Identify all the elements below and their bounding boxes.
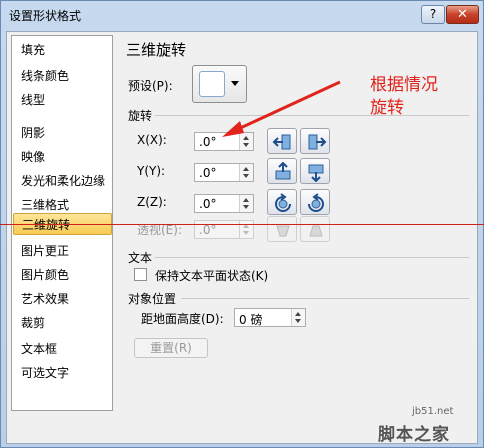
annotation-line-2: 旋转 bbox=[370, 98, 404, 118]
watermark-name: 脚本之家 bbox=[378, 425, 450, 445]
annotation-text: 根据情况 旋转 bbox=[370, 74, 438, 120]
watermark-url: jb51.net bbox=[412, 406, 454, 417]
annotation-line-1: 根据情况 bbox=[370, 75, 438, 95]
watermark: jb51.net 脚本之家 bbox=[378, 403, 482, 447]
red-guide-line bbox=[0, 224, 484, 225]
